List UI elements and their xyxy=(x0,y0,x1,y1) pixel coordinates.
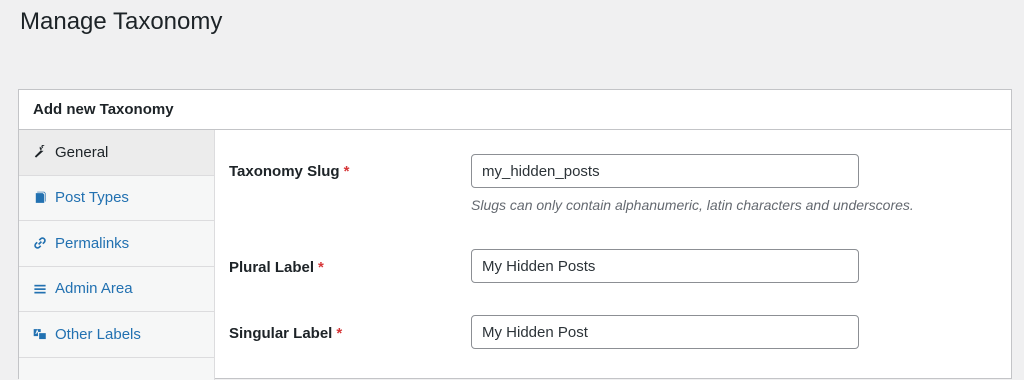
slug-hint: Slugs can only contain alphanumeric, lat… xyxy=(471,197,914,213)
translation-icon xyxy=(33,327,47,341)
link-icon xyxy=(33,236,47,250)
tab-label: Other Labels xyxy=(55,325,141,343)
taxonomy-panel: Add new Taxonomy General Post Types Perm… xyxy=(18,89,1012,380)
singular-label-label: Singular Label * xyxy=(229,325,343,342)
wrench-icon xyxy=(33,145,47,159)
taxonomy-slug-label: Taxonomy Slug * xyxy=(229,163,350,180)
post-types-icon xyxy=(33,191,47,205)
tab-admin-area[interactable]: Admin Area xyxy=(19,267,214,312)
tab-other-labels[interactable]: Other Labels xyxy=(19,312,214,358)
tab-general[interactable]: General xyxy=(19,130,214,176)
tab-label: General xyxy=(55,143,109,161)
singular-label-input[interactable] xyxy=(471,315,859,349)
required-marker: * xyxy=(336,325,343,342)
settings-tabs: General Post Types Permalinks Admin Area… xyxy=(19,130,215,380)
plural-label-label: Plural Label * xyxy=(229,259,324,276)
required-marker: * xyxy=(343,163,350,180)
plural-label-input[interactable] xyxy=(471,249,859,283)
page-title: Manage Taxonomy xyxy=(20,8,223,35)
menu-icon xyxy=(33,282,47,296)
tab-post-types[interactable]: Post Types xyxy=(19,176,214,221)
tab-label: Post Types xyxy=(55,189,129,207)
required-marker: * xyxy=(318,259,324,276)
tab-label: Admin Area xyxy=(55,280,133,298)
panel-title: Add new Taxonomy xyxy=(19,90,1011,130)
tab-label: Permalinks xyxy=(55,234,130,252)
tab-permalinks[interactable]: Permalinks xyxy=(19,221,214,267)
taxonomy-slug-input[interactable] xyxy=(471,154,859,188)
